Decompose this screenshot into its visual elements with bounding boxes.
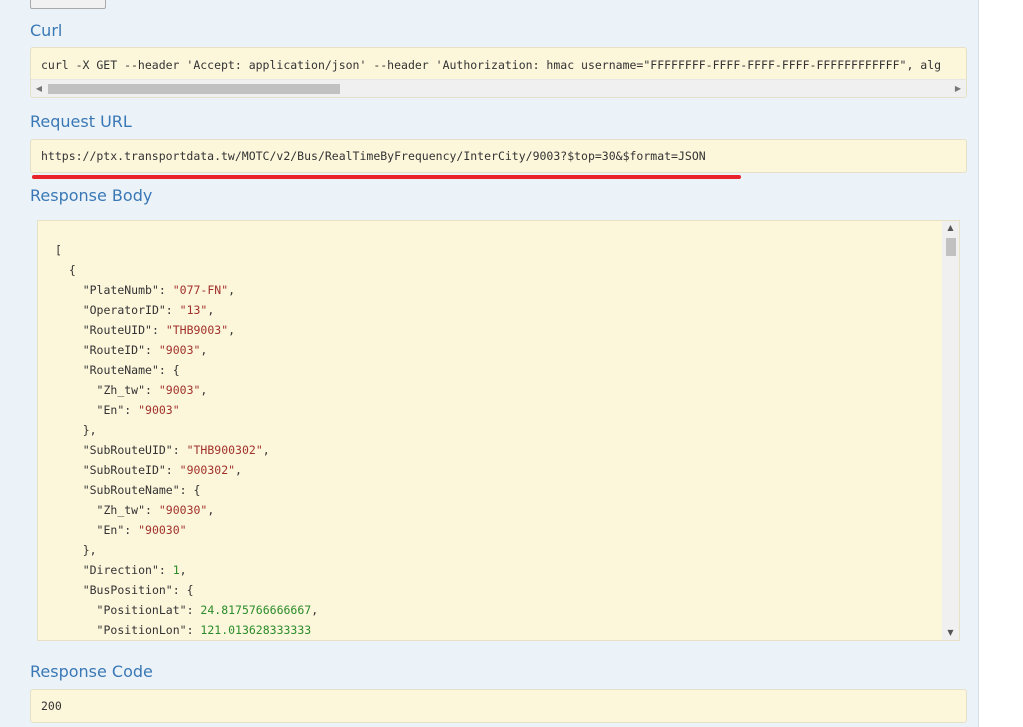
response-body-json: [ { "PlateNumb": "077-FN", "OperatorID":… xyxy=(55,240,318,640)
json-punctuation: , xyxy=(228,323,236,337)
json-value: "900302" xyxy=(179,463,236,477)
json-line: { xyxy=(55,260,318,280)
request-url-text[interactable]: https://ptx.transportdata.tw/MOTC/v2/Bus… xyxy=(41,149,706,163)
api-response-panel: Curl curl -X GET --header 'Accept: appli… xyxy=(0,0,979,727)
json-key: "RouteUID" xyxy=(82,323,152,337)
response-body-vertical-scrollbar[interactable]: ▲ ▼ xyxy=(942,221,959,640)
curl-scroll-thumb[interactable] xyxy=(48,84,340,94)
json-key: "SubRouteID" xyxy=(82,463,166,477)
json-line: "SubRouteName": { xyxy=(82,483,201,497)
json-key: "PlateNumb" xyxy=(82,283,159,297)
response-code-box[interactable]: 200 xyxy=(30,689,967,723)
json-value: "90030" xyxy=(158,503,208,517)
json-value: "077-FN" xyxy=(172,283,229,297)
try-it-out-button[interactable] xyxy=(30,0,106,9)
scroll-down-arrow-icon[interactable]: ▼ xyxy=(942,626,959,640)
json-line: "OperatorID": "13", xyxy=(82,303,215,317)
json-line: "PositionLat": 24.8175766666667, xyxy=(96,603,319,617)
scroll-left-arrow-icon[interactable]: ◀ xyxy=(31,80,47,97)
request-url-box[interactable]: https://ptx.transportdata.tw/MOTC/v2/Bus… xyxy=(30,139,967,173)
json-line: "SubRouteID": "900302", xyxy=(82,463,242,477)
json-key: "SubRouteName" xyxy=(82,483,180,497)
json-key: "SubRouteUID" xyxy=(82,443,173,457)
json-line: "RouteUID": "THB9003", xyxy=(82,323,236,337)
json-punctuation: , xyxy=(228,283,236,297)
json-value: "THB9003" xyxy=(165,323,229,337)
curl-command[interactable]: curl -X GET --header 'Accept: applicatio… xyxy=(41,58,941,72)
json-value: { xyxy=(193,483,201,497)
json-punctuation: , xyxy=(200,383,208,397)
json-key: "RouteID" xyxy=(82,343,146,357)
json-value: 121.013628333333 xyxy=(200,623,312,637)
json-value: "90030" xyxy=(138,523,187,537)
curl-box[interactable]: curl -X GET --header 'Accept: applicatio… xyxy=(30,47,967,98)
json-line: [ xyxy=(55,240,318,260)
response-code-value[interactable]: 200 xyxy=(41,699,62,713)
json-punctuation: { xyxy=(68,263,76,277)
curl-title: Curl xyxy=(30,21,63,40)
json-line: "BusPosition": { xyxy=(82,583,194,597)
json-line: "En": "9003" xyxy=(96,403,180,417)
json-line: "Direction": 1, xyxy=(82,563,187,577)
response-body-box[interactable]: [ { "PlateNumb": "077-FN", "OperatorID":… xyxy=(37,220,960,641)
json-value: { xyxy=(186,583,194,597)
json-key: "Direction" xyxy=(82,563,159,577)
json-line: "SubRouteUID": "THB900302", xyxy=(82,443,270,457)
scroll-right-arrow-icon[interactable]: ▶ xyxy=(950,80,966,97)
json-key: "RouteName" xyxy=(82,363,159,377)
json-key: "En" xyxy=(96,403,125,417)
json-line: "PlateNumb": "077-FN", xyxy=(82,283,236,297)
response-body-scroll-thumb[interactable] xyxy=(946,238,956,256)
json-punctuation: , xyxy=(311,603,319,617)
json-key: "Zh_tw" xyxy=(96,383,146,397)
json-punctuation: }, xyxy=(82,543,97,557)
json-punctuation: [ xyxy=(55,243,62,257)
json-punctuation: , xyxy=(179,563,187,577)
json-value: "9003" xyxy=(158,343,201,357)
json-value: 1 xyxy=(172,563,180,577)
json-key: "Zh_tw" xyxy=(96,503,146,517)
json-line: "Zh_tw": "90030", xyxy=(96,503,215,517)
json-value: "13" xyxy=(179,303,208,317)
json-key: "En" xyxy=(96,523,125,537)
json-key: "BusPosition" xyxy=(82,583,173,597)
red-annotation-underline xyxy=(32,175,741,179)
json-line: "PositionLon": 121.013628333333 xyxy=(96,623,312,637)
json-punctuation: , xyxy=(200,343,208,357)
json-value: { xyxy=(172,363,180,377)
json-key: "PositionLon" xyxy=(96,623,187,637)
json-value: 24.8175766666667 xyxy=(200,603,312,617)
json-punctuation: , xyxy=(207,503,215,517)
json-key: "OperatorID" xyxy=(82,303,166,317)
json-value: "9003" xyxy=(138,403,180,417)
json-punctuation: }, xyxy=(82,423,97,437)
json-line: "RouteName": { xyxy=(82,363,180,377)
scroll-up-arrow-icon[interactable]: ▲ xyxy=(942,221,959,235)
json-punctuation: , xyxy=(235,463,242,477)
response-body-title: Response Body xyxy=(30,186,153,205)
json-punctuation: , xyxy=(207,303,215,317)
json-line: }, xyxy=(55,420,318,440)
json-line: "Zh_tw": "9003", xyxy=(96,383,208,397)
json-key: "PositionLat" xyxy=(96,603,187,617)
json-line: "RouteID": "9003", xyxy=(82,343,208,357)
json-value: "THB900302" xyxy=(186,443,263,457)
response-code-title: Response Code xyxy=(30,662,153,681)
curl-horizontal-scrollbar[interactable]: ◀ ▶ xyxy=(31,79,966,97)
json-line: }, xyxy=(55,540,318,560)
json-value: "9003" xyxy=(158,383,201,397)
json-line: "En": "90030" xyxy=(96,523,187,537)
request-url-title: Request URL xyxy=(30,112,132,131)
json-punctuation: , xyxy=(262,443,270,457)
